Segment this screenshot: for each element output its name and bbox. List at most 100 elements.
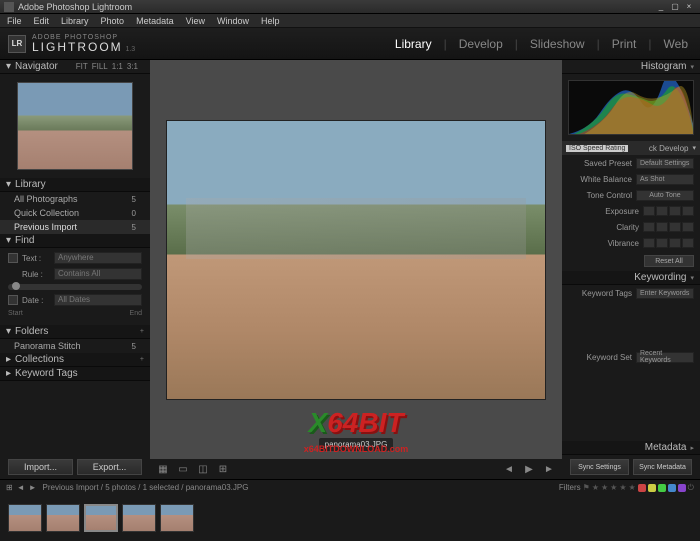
thumb-2[interactable] bbox=[46, 504, 80, 532]
thumb-5[interactable] bbox=[160, 504, 194, 532]
folders-header[interactable]: ▾Folders+ bbox=[0, 325, 150, 339]
export-button[interactable]: Export... bbox=[77, 459, 142, 475]
filmstrip[interactable] bbox=[0, 495, 700, 541]
vibrance-steppers[interactable] bbox=[643, 238, 694, 248]
thumb-4[interactable] bbox=[122, 504, 156, 532]
preset-select[interactable]: Default Settings bbox=[636, 158, 694, 169]
histogram-graph[interactable] bbox=[568, 80, 694, 135]
next-icon[interactable]: ► bbox=[542, 462, 556, 476]
find-rule-input[interactable]: Contains All bbox=[54, 268, 142, 280]
metadata-header[interactable]: Metadata▸ bbox=[562, 441, 700, 455]
module-develop[interactable]: Develop bbox=[455, 37, 507, 51]
histogram-header[interactable]: Histogram▾ bbox=[562, 60, 700, 74]
play-icon[interactable]: ▶ bbox=[522, 462, 536, 476]
close-button[interactable]: × bbox=[682, 2, 696, 12]
nav-fill[interactable]: FILL bbox=[92, 62, 108, 71]
module-print[interactable]: Print bbox=[608, 37, 641, 51]
import-button[interactable]: Import... bbox=[8, 459, 73, 475]
canvas[interactable]: panorama03.JPG X64BIT x64BITDOWNLOAD.com bbox=[150, 60, 562, 459]
thumb-3[interactable] bbox=[84, 504, 118, 532]
center-toolbar: ▦ ▭ ◫ ⊞ ◄ ▶ ► bbox=[150, 459, 562, 479]
workspace: ▾Navigator FIT FILL 1:1 3:1 ▾Library All… bbox=[0, 60, 700, 479]
wb-label: White Balance bbox=[568, 175, 632, 184]
module-web[interactable]: Web bbox=[660, 37, 692, 51]
filter-star2[interactable]: ★ bbox=[601, 483, 608, 492]
minimize-button[interactable]: _ bbox=[654, 2, 668, 12]
reset-all-button[interactable]: Reset All bbox=[644, 255, 694, 267]
keywordtags-title: Keyword Tags bbox=[15, 368, 78, 379]
iso-badge-row: ISO Speed Ratingck Develop▾ bbox=[562, 141, 700, 155]
titlebar: Adobe Photoshop Lightroom _ ▢ × bbox=[0, 0, 700, 14]
find-start-label: Start bbox=[8, 310, 23, 317]
menu-metadata[interactable]: Metadata bbox=[131, 15, 179, 27]
sync-settings-button[interactable]: Sync Settings bbox=[570, 459, 629, 475]
prev-icon[interactable]: ◄ bbox=[502, 462, 516, 476]
filter-switch-icon[interactable]: ⏻ bbox=[688, 483, 694, 493]
keyword-textarea[interactable] bbox=[568, 303, 694, 347]
menu-photo[interactable]: Photo bbox=[96, 15, 130, 27]
keywordset-select[interactable]: Recent Keywords bbox=[636, 352, 694, 363]
filter-star1[interactable]: ★ bbox=[592, 483, 599, 492]
clarity-steppers[interactable] bbox=[643, 222, 694, 232]
module-slideshow[interactable]: Slideshow bbox=[526, 37, 589, 51]
filter-green[interactable] bbox=[658, 484, 666, 492]
keywordtags-header[interactable]: ▸Keyword Tags bbox=[0, 367, 150, 381]
grid-view-icon[interactable]: ▦ bbox=[156, 462, 170, 476]
library-header[interactable]: ▾Library bbox=[0, 178, 150, 192]
find-date-input[interactable]: All Dates bbox=[54, 294, 142, 306]
menu-edit[interactable]: Edit bbox=[29, 15, 55, 27]
find-text-input[interactable]: Anywhere bbox=[54, 252, 142, 264]
find-text-checkbox[interactable] bbox=[8, 253, 18, 263]
folder-item[interactable]: Panorama Stitch5 bbox=[0, 339, 150, 353]
folders-title: Folders bbox=[15, 326, 48, 337]
autotone-button[interactable]: Auto Tone bbox=[636, 190, 694, 201]
nav-first-icon[interactable]: ⊞ bbox=[6, 483, 13, 492]
survey-view-icon[interactable]: ⊞ bbox=[216, 462, 230, 476]
collections-header[interactable]: ▸Collections+ bbox=[0, 353, 150, 367]
clarity-label: Clarity bbox=[568, 223, 639, 232]
menu-file[interactable]: File bbox=[2, 15, 27, 27]
filter-flag-icon[interactable]: ⚑ bbox=[583, 483, 590, 492]
nav-1to1[interactable]: 1:1 bbox=[112, 62, 123, 71]
sync-metadata-button[interactable]: Sync Metadata bbox=[633, 459, 692, 475]
thumb-1[interactable] bbox=[8, 504, 42, 532]
nav-fit[interactable]: FIT bbox=[76, 62, 88, 71]
brand-bar: LR ADOBE PHOTOSHOP LIGHTROOM 1.3 Library… bbox=[0, 28, 700, 60]
library-item-all[interactable]: All Photographs5 bbox=[0, 192, 150, 206]
nav-fwd-icon[interactable]: ► bbox=[29, 483, 37, 492]
filter-purple[interactable] bbox=[678, 484, 686, 492]
find-slider[interactable] bbox=[8, 284, 142, 290]
maximize-button[interactable]: ▢ bbox=[668, 2, 682, 12]
library-item-previous[interactable]: Previous Import5 bbox=[0, 220, 150, 234]
nav-3to1[interactable]: 3:1 bbox=[127, 62, 138, 71]
menu-help[interactable]: Help bbox=[256, 15, 285, 27]
exposure-steppers[interactable] bbox=[643, 206, 694, 216]
loupe-view-icon[interactable]: ▭ bbox=[176, 462, 190, 476]
filter-red[interactable] bbox=[638, 484, 646, 492]
main-image[interactable] bbox=[166, 120, 546, 400]
wb-select[interactable]: As Shot bbox=[636, 174, 694, 185]
menu-window[interactable]: Window bbox=[212, 15, 254, 27]
compare-view-icon[interactable]: ◫ bbox=[196, 462, 210, 476]
statusbar: ⊞ ◄ ► Previous Import / 5 photos / 1 sel… bbox=[0, 479, 700, 495]
exposure-label: Exposure bbox=[568, 207, 639, 216]
find-date-checkbox[interactable] bbox=[8, 295, 18, 305]
filter-star5[interactable]: ★ bbox=[629, 483, 636, 492]
navigator-header[interactable]: ▾Navigator FIT FILL 1:1 3:1 bbox=[0, 60, 150, 74]
nav-back-icon[interactable]: ◄ bbox=[17, 483, 25, 492]
find-text-label: Text : bbox=[22, 254, 50, 263]
filter-blue[interactable] bbox=[668, 484, 676, 492]
find-header[interactable]: ▾Find bbox=[0, 234, 150, 248]
menu-library[interactable]: Library bbox=[56, 15, 94, 27]
module-library[interactable]: Library bbox=[391, 37, 436, 51]
filter-star4[interactable]: ★ bbox=[619, 483, 626, 492]
filter-star3[interactable]: ★ bbox=[610, 483, 617, 492]
filter-yellow[interactable] bbox=[648, 484, 656, 492]
library-item-quick[interactable]: Quick Collection0 bbox=[0, 206, 150, 220]
keywordtags-input[interactable]: Enter Keywords bbox=[636, 288, 694, 299]
logo-icon: LR bbox=[8, 35, 26, 53]
navigator-preview[interactable] bbox=[0, 74, 150, 178]
keywording-header[interactable]: Keywording▾ bbox=[562, 271, 700, 285]
find-title: Find bbox=[15, 235, 34, 246]
menu-view[interactable]: View bbox=[181, 15, 210, 27]
